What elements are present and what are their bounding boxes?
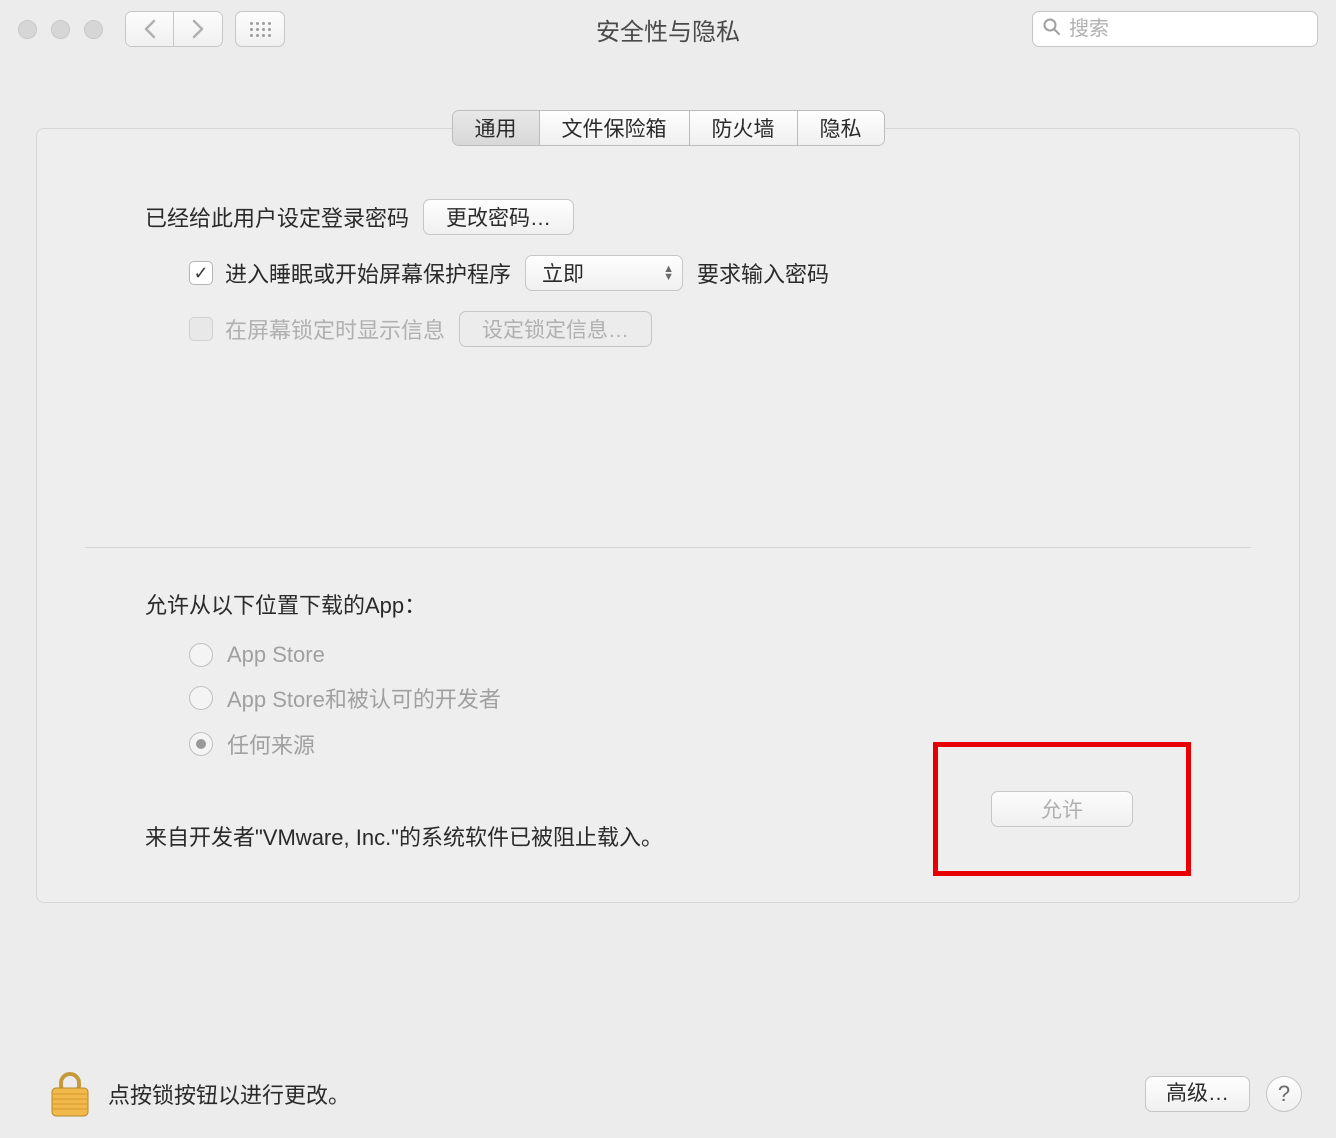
nav-back-button[interactable] <box>126 12 174 46</box>
close-window-button[interactable] <box>18 20 37 39</box>
search-input[interactable] <box>1069 18 1334 41</box>
tab-bar: 通用 文件保险箱 防火墙 隐私 <box>0 110 1336 146</box>
search-box[interactable] <box>1032 11 1318 47</box>
select-arrows-icon: ▲▼ <box>663 265 674 281</box>
radio-anywhere[interactable] <box>189 732 213 756</box>
nav-forward-button[interactable] <box>174 12 222 46</box>
grid-icon <box>250 22 271 37</box>
require-password-row: ✓ 进入睡眠或开始屏幕保护程序 立即 ▲▼ 要求输入密码 <box>189 255 1229 291</box>
radio-appstore-label: App Store <box>227 642 325 668</box>
require-password-checkbox[interactable]: ✓ <box>189 261 213 285</box>
highlight-annotation: 允许 <box>933 742 1191 876</box>
allow-button[interactable]: 允许 <box>991 791 1133 827</box>
password-set-label: 已经给此用户设定登录密码 <box>145 201 409 233</box>
lock-text: 点按锁按钮以进行更改。 <box>108 1078 1145 1110</box>
chevron-right-icon <box>191 19 205 39</box>
radio-identified-label: App Store和被认可的开发者 <box>227 682 501 714</box>
window-title: 安全性与隐私 <box>596 12 740 47</box>
change-password-button[interactable]: 更改密码… <box>423 199 574 235</box>
set-lock-message-button: 设定锁定信息… <box>459 311 652 347</box>
require-password-prefix: 进入睡眠或开始屏幕保护程序 <box>225 257 511 289</box>
show-message-row: 在屏幕锁定时显示信息 设定锁定信息… <box>189 311 1229 347</box>
advanced-button[interactable]: 高级… <box>1145 1076 1250 1112</box>
require-password-suffix: 要求输入密码 <box>697 257 829 289</box>
window-controls <box>18 20 103 39</box>
tab-firewall[interactable]: 防火墙 <box>690 111 798 145</box>
minimize-window-button[interactable] <box>51 20 70 39</box>
require-password-timing-value: 立即 <box>542 258 584 288</box>
zoom-window-button[interactable] <box>84 20 103 39</box>
allow-apps-label: 允许从以下位置下载的App： <box>145 588 1229 620</box>
show-all-button[interactable] <box>235 11 285 47</box>
titlebar: 安全性与隐私 <box>0 0 1336 58</box>
password-set-row: 已经给此用户设定登录密码 更改密码… <box>145 199 1229 235</box>
show-message-checkbox[interactable] <box>189 317 213 341</box>
radio-row-appstore: App Store <box>189 642 1229 668</box>
tab-filevault[interactable]: 文件保险箱 <box>540 111 690 145</box>
general-panel: 已经给此用户设定登录密码 更改密码… ✓ 进入睡眠或开始屏幕保护程序 立即 ▲▼… <box>36 128 1300 903</box>
search-icon <box>1043 18 1061 41</box>
divider <box>85 547 1251 548</box>
radio-anywhere-label: 任何来源 <box>227 728 315 760</box>
help-button[interactable]: ? <box>1266 1076 1302 1112</box>
radio-identified[interactable] <box>189 686 213 710</box>
chevron-left-icon <box>143 19 157 39</box>
blocked-software-message: 来自开发者"VMware, Inc."的系统软件已被阻止载入。 <box>145 820 663 852</box>
show-message-label: 在屏幕锁定时显示信息 <box>225 313 445 345</box>
tab-privacy[interactable]: 隐私 <box>798 111 884 145</box>
tab-general[interactable]: 通用 <box>453 111 540 145</box>
footer: 点按锁按钮以进行更改。 高级… ? <box>48 1070 1302 1118</box>
require-password-timing-select[interactable]: 立即 ▲▼ <box>525 255 683 291</box>
lock-icon[interactable] <box>48 1070 92 1118</box>
radio-appstore[interactable] <box>189 643 213 667</box>
radio-row-identified: App Store和被认可的开发者 <box>189 682 1229 714</box>
nav-buttons <box>125 11 223 47</box>
